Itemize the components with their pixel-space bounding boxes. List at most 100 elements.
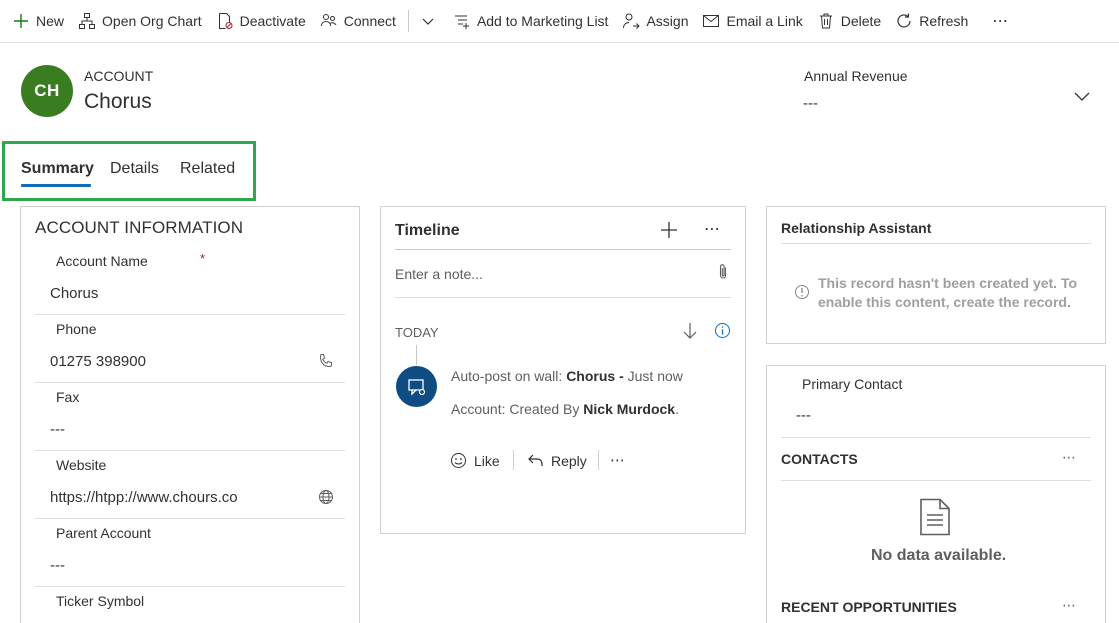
annual-revenue-value[interactable]: --- bbox=[803, 95, 818, 112]
post-record-link[interactable]: Chorus - bbox=[566, 368, 624, 384]
tab-related[interactable]: Related bbox=[180, 160, 235, 178]
info-circle-icon bbox=[795, 285, 809, 299]
post-author: Nick Murdock bbox=[583, 401, 676, 417]
reply-label: Reply bbox=[551, 452, 587, 469]
parent-account-label: Parent Account bbox=[56, 525, 151, 541]
post-body: Account: Created By Nick Murdock. bbox=[451, 401, 679, 417]
tab-details[interactable]: Details bbox=[110, 160, 159, 178]
timeline-divider bbox=[395, 249, 731, 250]
refresh-button[interactable]: Refresh bbox=[893, 0, 980, 43]
email-link-label: Email a Link bbox=[726, 13, 803, 29]
post-prefix: Auto-post on wall: bbox=[451, 368, 563, 384]
parent-account-field[interactable]: --- bbox=[50, 557, 65, 574]
section-divider bbox=[781, 480, 1091, 481]
reply-button[interactable]: Reply bbox=[527, 452, 587, 469]
primary-contact-field[interactable]: --- bbox=[796, 407, 811, 424]
trash-icon bbox=[819, 13, 832, 29]
open-org-chart-label: Open Org Chart bbox=[102, 13, 202, 29]
assign-person-icon bbox=[623, 13, 641, 29]
like-button[interactable]: Like bbox=[450, 452, 500, 469]
field-divider bbox=[35, 382, 345, 383]
website-label: Website bbox=[56, 457, 107, 473]
section-divider bbox=[781, 243, 1092, 244]
avatar: CH bbox=[21, 65, 73, 117]
document-icon bbox=[920, 498, 950, 536]
timeline-connector bbox=[416, 345, 417, 365]
assign-button[interactable]: Assign bbox=[620, 0, 700, 43]
record-title: Chorus bbox=[84, 90, 152, 113]
no-data-message: No data available. bbox=[871, 547, 1007, 564]
active-tab-indicator bbox=[21, 184, 91, 187]
info-icon[interactable] bbox=[714, 322, 731, 339]
annual-revenue-label: Annual Revenue bbox=[804, 68, 908, 84]
add-to-marketing-list-label: Add to Marketing List bbox=[476, 13, 609, 29]
contacts-title: CONTACTS bbox=[781, 451, 858, 467]
field-divider bbox=[35, 586, 345, 587]
timeline-more-button[interactable]: ⋯ bbox=[704, 219, 721, 239]
relationship-assistant-title: Relationship Assistant bbox=[781, 220, 932, 236]
deactivate-document-icon bbox=[218, 13, 233, 29]
field-divider bbox=[35, 314, 345, 315]
action-divider bbox=[598, 450, 599, 470]
add-to-marketing-list-button[interactable]: Add to Marketing List bbox=[451, 0, 621, 43]
connect-people-icon bbox=[320, 14, 337, 27]
connect-label: Connect bbox=[343, 13, 396, 29]
new-button[interactable]: New bbox=[10, 0, 76, 43]
post-header: Auto-post on wall: Chorus - Just now bbox=[451, 368, 683, 384]
chevron-down-icon bbox=[422, 18, 434, 25]
timeline-title: Timeline bbox=[395, 222, 460, 239]
open-org-chart-button[interactable]: Open Org Chart bbox=[76, 0, 214, 43]
contacts-section bbox=[766, 365, 1106, 623]
auto-post-icon bbox=[407, 378, 425, 396]
command-bar: New Open Org Chart Deactivate Connect Ad… bbox=[0, 0, 1119, 43]
website-field[interactable]: https://htpp://www.chours.co bbox=[50, 489, 238, 506]
phone-label: Phone bbox=[56, 321, 97, 337]
timeline-divider bbox=[395, 297, 731, 298]
add-icon[interactable] bbox=[660, 221, 678, 239]
fax-field[interactable]: --- bbox=[50, 421, 65, 438]
deactivate-label: Deactivate bbox=[239, 13, 306, 29]
note-input[interactable]: Enter a note... bbox=[395, 266, 483, 282]
opportunities-more-button[interactable]: ⋯ bbox=[1062, 597, 1077, 614]
more-commands-button[interactable]: ⋯ bbox=[980, 0, 1021, 43]
fax-label: Fax bbox=[56, 389, 80, 405]
globe-icon[interactable] bbox=[318, 489, 334, 505]
relationship-assistant-message: This record hasn't been created yet. To … bbox=[818, 275, 1078, 310]
ticker-symbol-label: Ticker Symbol bbox=[56, 593, 145, 609]
primary-contact-label: Primary Contact bbox=[802, 376, 903, 392]
phone-icon[interactable] bbox=[318, 353, 334, 369]
paperclip-icon[interactable] bbox=[716, 263, 730, 281]
post-body-end: . bbox=[675, 401, 679, 417]
contacts-more-button[interactable]: ⋯ bbox=[1062, 449, 1077, 466]
post-more-button[interactable]: ⋯ bbox=[610, 451, 626, 469]
account-name-label: Account Name bbox=[56, 253, 148, 269]
email-link-icon bbox=[703, 15, 720, 27]
header-expand-chevron-icon[interactable] bbox=[1072, 88, 1092, 104]
add-to-list-icon bbox=[454, 15, 469, 29]
refresh-icon bbox=[897, 13, 911, 28]
post-avatar bbox=[396, 366, 437, 407]
post-body-text: Account: Created By bbox=[451, 401, 580, 417]
field-divider bbox=[35, 518, 345, 519]
connect-dropdown-button[interactable] bbox=[411, 0, 451, 43]
org-chart-icon bbox=[79, 13, 96, 29]
delete-button[interactable]: Delete bbox=[815, 0, 893, 43]
sort-down-arrow-icon[interactable] bbox=[682, 322, 698, 340]
tab-summary[interactable]: Summary bbox=[21, 160, 94, 178]
phone-field[interactable]: 01275 398900 bbox=[50, 353, 146, 370]
email-link-button[interactable]: Email a Link bbox=[700, 0, 814, 43]
smiley-icon bbox=[451, 453, 466, 468]
deactivate-button[interactable]: Deactivate bbox=[214, 0, 318, 43]
timeline-group-label: TODAY bbox=[395, 325, 439, 340]
delete-label: Delete bbox=[840, 13, 882, 29]
recent-opportunities-title: RECENT OPPORTUNITIES bbox=[781, 599, 957, 615]
new-label: New bbox=[36, 13, 65, 29]
refresh-label: Refresh bbox=[919, 13, 969, 29]
field-divider bbox=[35, 450, 345, 451]
account-name-field[interactable]: Chorus bbox=[50, 285, 98, 302]
like-label: Like bbox=[474, 452, 500, 469]
plus-icon bbox=[14, 14, 28, 28]
connect-button[interactable]: Connect bbox=[318, 0, 408, 43]
connect-split-divider bbox=[407, 10, 409, 32]
action-divider bbox=[513, 450, 514, 470]
